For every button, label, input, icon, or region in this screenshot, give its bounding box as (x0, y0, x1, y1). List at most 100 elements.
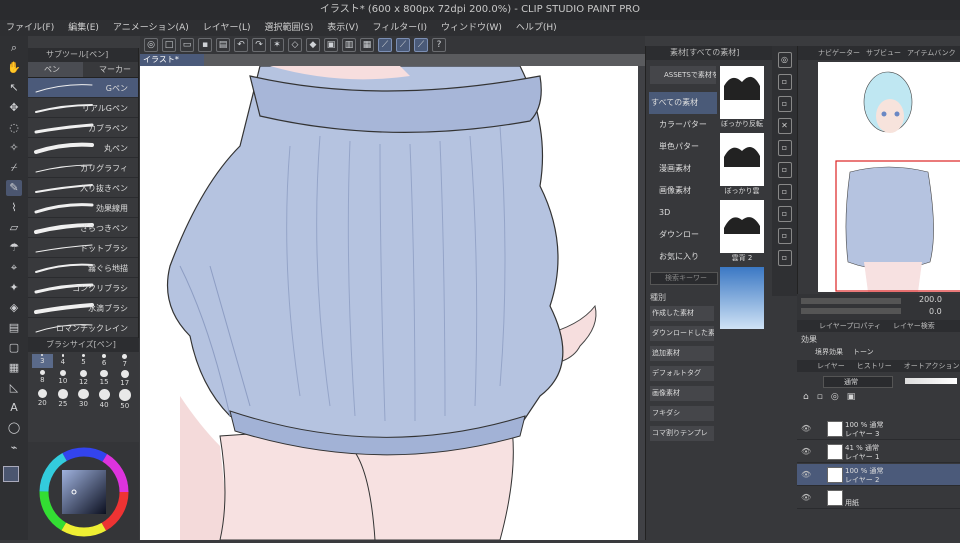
close-page-icon[interactable]: ✕ (777, 118, 792, 134)
brush-size-option[interactable]: 4 (53, 354, 74, 368)
tab-history[interactable]: ヒストリー (857, 360, 892, 372)
material-tree-item[interactable]: 漫画素材 (649, 158, 717, 180)
balloon-icon[interactable]: ◯ (6, 420, 22, 436)
menu-help[interactable]: ヘルプ(H) (516, 20, 557, 36)
illustration-canvas[interactable] (140, 66, 638, 540)
tab-auto-action[interactable]: オートアクション (904, 360, 960, 372)
material-tree-item[interactable]: カラーパター (649, 114, 717, 136)
material-tree-item[interactable]: 3D (649, 202, 717, 224)
tab-navigator[interactable]: ナビゲーター (818, 46, 860, 60)
move-icon[interactable]: ✥ (6, 100, 22, 116)
pen-icon[interactable]: ✎ (6, 180, 22, 196)
show-selection-icon[interactable]: ▦ (360, 38, 374, 52)
sub-view-icon-3[interactable]: ▫ (777, 184, 792, 200)
layer-row[interactable]: 👁 100 % 通常 レイヤー 3 (797, 418, 960, 440)
tab-itembank[interactable]: アイテムバンク (907, 46, 956, 60)
hand-icon[interactable]: ✋ (6, 60, 22, 76)
material-tree-item[interactable]: お気に入り (649, 246, 717, 268)
material-thumbnail[interactable] (720, 267, 764, 329)
navigator-icon[interactable]: ◎ (777, 52, 792, 68)
brush-item[interactable]: 丸ペン (28, 138, 138, 158)
material-tree-item[interactable]: ダウンロー (649, 224, 717, 246)
menu-selection[interactable]: 選択範囲(S) (265, 20, 314, 36)
opacity-slider[interactable] (905, 378, 957, 384)
brush-item[interactable]: 霧ぐら地描 (28, 258, 138, 278)
brush-item[interactable]: ドットブラシ (28, 238, 138, 258)
blend-mode-select[interactable]: 通常 (823, 376, 893, 388)
layer-row[interactable]: 👁 100 % 通常 レイヤー 2 (797, 464, 960, 486)
text-icon[interactable]: A (6, 400, 22, 416)
ruler-icon[interactable]: ◺ (6, 380, 22, 396)
eraser-icon[interactable]: ▱ (6, 220, 22, 236)
material-search-input[interactable]: 検索キーワー (650, 272, 718, 285)
brush-item[interactable]: 効果線用 (28, 198, 138, 218)
menu-file[interactable]: ファイル(F) (6, 20, 54, 36)
material-tag[interactable]: 追加素材 (650, 346, 714, 361)
tab-layer-property[interactable]: レイヤープロパティ (819, 320, 881, 332)
material-thumbnail[interactable]: ぼっかり反転 (720, 66, 764, 129)
material-tag[interactable]: コマ割りテンプレ (650, 426, 714, 441)
brush-item[interactable]: カリグラフィ (28, 158, 138, 178)
mask-icon[interactable]: ▣ (847, 392, 856, 406)
help-icon[interactable]: ? (432, 38, 446, 52)
snap-ruler-icon[interactable]: ⟋ (378, 38, 392, 52)
airbrush-icon[interactable]: ⌖ (6, 260, 22, 276)
snap-grid-icon[interactable]: ⟋ (414, 38, 428, 52)
invert-selection-icon[interactable]: ▥ (342, 38, 356, 52)
canvas-tab[interactable]: イラスト* (140, 54, 204, 66)
open-folder-icon[interactable]: ▭ (180, 38, 194, 52)
brush-item[interactable]: ざらつきペン (28, 218, 138, 238)
brush-size-option[interactable]: 30 (73, 389, 94, 410)
sub-view-icon-2[interactable]: ▫ (777, 162, 792, 178)
material-thumbnail[interactable]: ぼっかり雲 (720, 133, 764, 196)
brush-size-option[interactable]: 50 (114, 389, 135, 410)
rotation-slider[interactable] (801, 308, 901, 314)
material-tag[interactable]: フキダシ (650, 406, 714, 421)
brush-item[interactable]: 入り抜きペン (28, 178, 138, 198)
brush-size-option[interactable]: 3 (32, 354, 53, 368)
layer-row[interactable]: 👁 41 % 通常 レイヤー 1 (797, 441, 960, 463)
menu-filter[interactable]: フィルター(I) (372, 20, 427, 36)
gradient-icon[interactable]: ▤ (6, 320, 22, 336)
color-swatches[interactable] (3, 466, 25, 486)
canvas-scrollbar[interactable] (638, 66, 645, 540)
brush-size-option[interactable]: 40 (94, 389, 115, 410)
sub-view-icon-5[interactable]: ▫ (777, 228, 792, 244)
material-tree-item[interactable]: すべての素材 (649, 92, 717, 114)
new-file-icon[interactable]: □ (162, 38, 176, 52)
brush-size-option[interactable]: 10 (53, 369, 74, 387)
zoom-icon[interactable]: ⌕ (6, 40, 22, 56)
clip-icon[interactable]: ▫ (817, 392, 823, 406)
menu-animation[interactable]: アニメーション(A) (113, 20, 189, 36)
material-tag[interactable]: 作成した素材 (650, 306, 714, 321)
tab-marker[interactable]: マーカー (83, 62, 138, 77)
brush-size-option[interactable]: 8 (32, 369, 53, 387)
brush-item[interactable]: コンクリブラシ (28, 278, 138, 298)
tab-pen[interactable]: ペン (28, 62, 83, 77)
eye-icon[interactable]: 👁 (801, 493, 811, 502)
brush-size-option[interactable]: 20 (32, 389, 53, 410)
brush-size-option[interactable]: 15 (94, 369, 115, 387)
fill-icon[interactable]: ◆ (306, 38, 320, 52)
material-thumbnail[interactable]: 雲背 2 (720, 200, 764, 263)
lock-icon[interactable]: ⌂ (803, 392, 809, 406)
material-tag[interactable]: ダウンロードした素 (650, 326, 714, 341)
assets-search-button[interactable]: ASSETSで素材を (650, 66, 716, 84)
figure-icon[interactable]: ▢ (6, 340, 22, 356)
print-icon[interactable]: ▤ (216, 38, 230, 52)
brush-size-option[interactable]: 6 (94, 354, 115, 368)
fill-bucket-icon[interactable]: ◈ (6, 300, 22, 316)
brush-item[interactable]: Gペン (28, 78, 138, 98)
tab-layer-search[interactable]: レイヤー検索 (893, 320, 935, 332)
brush-size-option[interactable]: 12 (73, 369, 94, 387)
crop-icon[interactable]: ▣ (324, 38, 338, 52)
sub-view-icon-4[interactable]: ▫ (777, 206, 792, 222)
brush-item[interactable]: カブラペン (28, 118, 138, 138)
menu-layer[interactable]: レイヤー(L) (203, 20, 251, 36)
material-tree-item[interactable]: 単色パター (649, 136, 717, 158)
auto-select-icon[interactable]: ✧ (6, 140, 22, 156)
clear-icon[interactable]: ◇ (288, 38, 302, 52)
redo-icon[interactable]: ↷ (252, 38, 266, 52)
main-color-swatch[interactable] (3, 466, 19, 482)
deselect-icon[interactable]: ✶ (270, 38, 284, 52)
